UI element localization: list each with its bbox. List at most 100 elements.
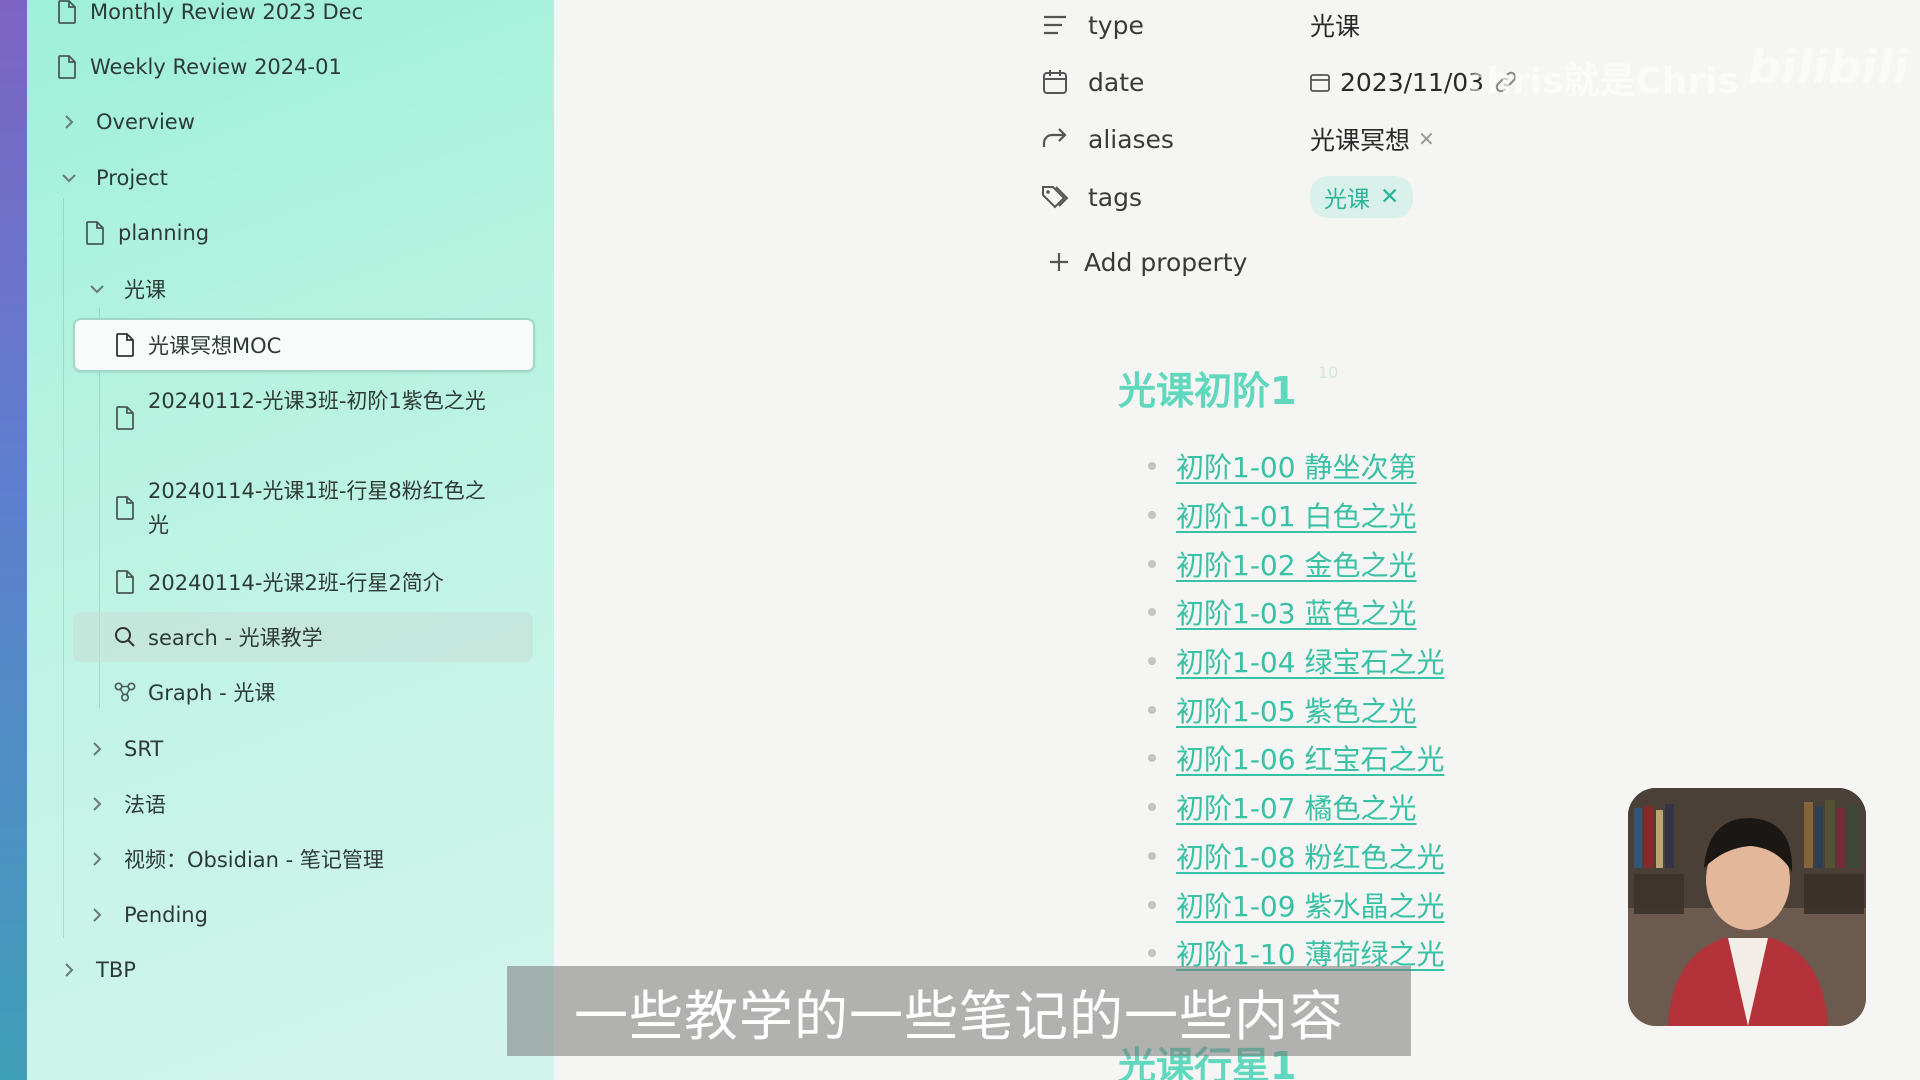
internal-link[interactable]: 初阶1-04 绿宝石之光 (1176, 641, 1444, 681)
bullet (1148, 511, 1156, 520)
tree-item-moc[interactable]: 光课冥想MOC (114, 323, 281, 367)
list-item: 初阶1-01 白色之光 (1148, 491, 1444, 540)
bullet (1148, 462, 1156, 471)
tree-indent-guide (63, 198, 64, 938)
tree-item-note-20240112[interactable]: 20240112-光课3班-初阶1紫色之光 (114, 384, 488, 456)
tree-item-label: SRT (124, 737, 164, 761)
tree-folder-guangke[interactable]: 光课 (88, 267, 166, 311)
internal-link[interactable]: 初阶1-05 紫色之光 (1176, 690, 1416, 730)
list-item: 初阶1-05 紫色之光 (1148, 685, 1444, 734)
tag-label: 光课 (1324, 187, 1370, 213)
property-value: 光课 (1310, 12, 1361, 41)
internal-link[interactable]: 初阶1-07 橘色之光 (1176, 787, 1416, 827)
property-aliases[interactable]: aliases (1040, 117, 1174, 161)
file-icon (56, 0, 78, 24)
webcam-overlay (1628, 788, 1866, 1026)
remove-tag-icon[interactable]: ✕ (1380, 184, 1399, 210)
tree-item-label: 光课 (124, 278, 166, 302)
property-tags[interactable]: tags (1040, 175, 1142, 219)
tree-folder-srt[interactable]: SRT (88, 727, 163, 771)
property-name: tags (1088, 182, 1143, 212)
tree-item-planning[interactable]: planning (84, 211, 209, 255)
chevron-right-icon[interactable] (88, 850, 106, 868)
tree-folder-overview[interactable]: Overview (60, 100, 195, 144)
tree-item-label: TBP (96, 958, 136, 982)
bullet (1148, 803, 1156, 812)
bullet (1148, 900, 1156, 909)
arrow-redirect-icon (1040, 124, 1070, 154)
property-date[interactable]: date (1040, 60, 1144, 104)
list-item: 初阶1-08 粉红色之光 (1148, 832, 1444, 881)
tree-item-label: 法语 (124, 793, 166, 817)
tree-item-label: 20240114-光课1班-行星8粉红色之光 (148, 479, 486, 537)
calendar-small-icon (1310, 72, 1330, 92)
chevron-right-icon[interactable] (60, 113, 78, 131)
list-item: 初阶1-00 静坐次第 (1148, 442, 1444, 491)
list-item: 初阶1-03 蓝色之光 (1148, 588, 1444, 637)
property-type[interactable]: type (1040, 3, 1144, 47)
file-icon (114, 570, 136, 594)
tree-item-label: Overview (96, 110, 195, 134)
tree-item-label: planning (118, 221, 210, 245)
property-aliases-value[interactable]: 光课冥想 ✕ (1310, 117, 1435, 161)
property-name: type (1088, 10, 1144, 40)
tree-folder-tbp[interactable]: TBP (60, 948, 136, 992)
property-name: date (1088, 67, 1145, 97)
add-property-button[interactable]: Add property (1044, 240, 1247, 284)
internal-link[interactable]: 初阶1-08 粉红色之光 (1176, 836, 1444, 876)
bullet (1148, 705, 1156, 714)
tree-folder-french[interactable]: 法语 (88, 782, 166, 826)
tree-item-label: Pending (124, 903, 208, 927)
tree-item-search[interactable]: search - 光课教学 (114, 615, 323, 659)
lines-icon (1040, 10, 1070, 40)
tree-item-label: search - 光课教学 (148, 626, 323, 650)
internal-link[interactable]: 初阶1-01 白色之光 (1176, 495, 1416, 535)
tree-item-note-20240114-1[interactable]: 20240114-光课1班-行星8粉红色之光 (114, 474, 488, 546)
property-tags-value[interactable]: 光课 ✕ (1310, 175, 1414, 219)
internal-link[interactable]: 初阶1-02 金色之光 (1176, 544, 1416, 584)
tree-item-monthly-review[interactable]: Monthly Review 2023 Dec (56, 0, 363, 34)
watermark-logo: bilibili (1748, 40, 1909, 94)
internal-link[interactable]: 初阶1-00 静坐次第 (1176, 446, 1416, 486)
calendar-icon (1040, 67, 1070, 97)
tree-item-label: 20240112-光课3班-初阶1紫色之光 (148, 389, 486, 413)
tree-item-weekly-review[interactable]: Weekly Review 2024-01 (56, 45, 342, 89)
watermark-text: chris就是Chris (1465, 61, 1740, 102)
presenter-video (1628, 788, 1866, 1026)
bullet (1148, 754, 1156, 763)
bullet (1148, 608, 1156, 617)
file-icon (84, 221, 106, 245)
chevron-right-icon[interactable] (88, 795, 106, 813)
tag-pill[interactable]: 光课 ✕ (1310, 176, 1414, 218)
list-item: 初阶1-06 红宝石之光 (1148, 734, 1444, 783)
tree-item-label: Graph - 光课 (148, 681, 276, 705)
bullet (1148, 851, 1156, 860)
section-heading: 光课初阶1 (1118, 369, 1297, 413)
tree-item-note-20240114-2[interactable]: 20240114-光课2班-行星2简介 (114, 560, 444, 604)
file-icon (114, 496, 136, 520)
tree-item-label: Project (96, 166, 168, 190)
property-type-value[interactable]: 光课 (1310, 3, 1360, 47)
list-item: 初阶1-02 金色之光 (1148, 539, 1444, 588)
tree-item-label: 20240114-光课2班-行星2简介 (148, 571, 444, 595)
tree-folder-project[interactable]: Project (60, 156, 168, 200)
graph-icon (114, 680, 136, 704)
remove-alias-icon[interactable]: ✕ (1418, 127, 1435, 151)
tree-folder-pending[interactable]: Pending (88, 893, 208, 937)
link-list: 初阶1-00 静坐次第 初阶1-01 白色之光 初阶1-02 金色之光 初阶1-… (1148, 442, 1444, 978)
tree-folder-video[interactable]: 视频：Obsidian - 笔记管理 (88, 837, 384, 881)
add-property-label: Add property (1084, 247, 1248, 277)
internal-link[interactable]: 初阶1-03 蓝色之光 (1176, 592, 1416, 632)
tree-item-graph[interactable]: Graph - 光课 (114, 670, 275, 714)
chevron-down-icon[interactable] (60, 169, 78, 187)
bullet (1148, 559, 1156, 568)
internal-link[interactable]: 初阶1-06 红宝石之光 (1176, 738, 1444, 778)
chevron-right-icon[interactable] (88, 906, 106, 924)
internal-link[interactable]: 初阶1-09 紫水晶之光 (1176, 885, 1444, 925)
heading-superscript: 10 (1318, 363, 1339, 382)
file-icon (56, 55, 78, 79)
chevron-right-icon[interactable] (60, 961, 78, 979)
chevron-right-icon[interactable] (88, 740, 106, 758)
chevron-down-icon[interactable] (88, 280, 106, 298)
video-subtitle: 一些教学的一些笔记的一些内容 (507, 966, 1411, 1056)
